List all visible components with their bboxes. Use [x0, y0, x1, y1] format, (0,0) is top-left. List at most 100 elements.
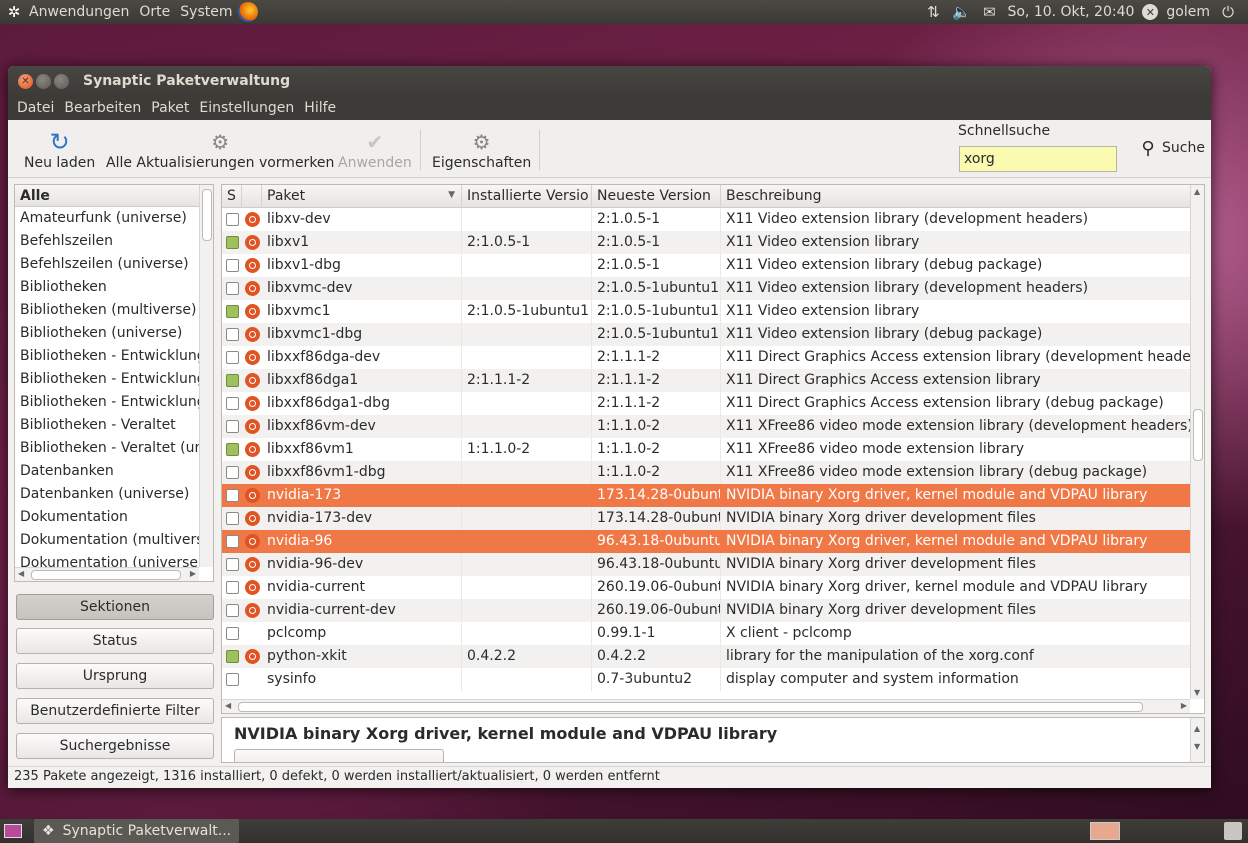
menu-system[interactable]: System — [175, 4, 237, 20]
scroll-right-icon[interactable]: ▶ — [190, 569, 196, 578]
status-button[interactable]: Status — [16, 628, 214, 654]
table-row[interactable]: nvidia-96 96.43.18-0ubuntu1 NVIDIA binary … — [222, 530, 1191, 553]
filter-item[interactable]: Amateurfunk (universe) — [15, 207, 199, 230]
search-results-button[interactable]: Suchergebnisse — [16, 733, 214, 759]
trash-icon[interactable] — [1224, 822, 1242, 840]
taskbar-synaptic[interactable]: ❖ Synaptic Paketverwalt... — [34, 819, 240, 843]
filter-item[interactable]: Befehlszeilen (universe) — [15, 253, 199, 276]
table-row[interactable]: python-xkit 0.4.2.2 0.4.2.2 library for the… — [222, 645, 1191, 668]
user-status-icon[interactable]: ✕ — [1142, 4, 1159, 20]
not-installed-checkbox[interactable] — [226, 581, 239, 594]
col-description-header[interactable]: Beschreibung — [721, 185, 1191, 208]
installed-checkbox[interactable] — [226, 650, 239, 663]
menu-places[interactable]: Orte — [134, 4, 175, 20]
scroll-right-icon[interactable]: ▶ — [1181, 701, 1187, 710]
power-icon[interactable]: ⏻ — [1218, 2, 1238, 22]
col-package-header[interactable]: Paket ▼ — [262, 185, 462, 208]
table-row[interactable]: nvidia-current 260.19.06-0ubuntu NVIDIA bi… — [222, 576, 1191, 599]
table-row[interactable]: nvidia-96-dev 96.43.18-0ubuntu1 NVIDIA bin… — [222, 553, 1191, 576]
menu-hilfe[interactable]: Hilfe — [299, 100, 341, 116]
installed-checkbox[interactable] — [226, 305, 239, 318]
not-installed-checkbox[interactable] — [226, 351, 239, 364]
mail-icon[interactable]: ✉ — [979, 2, 999, 22]
table-row[interactable]: libxxf86dga1-dbg 2:1.1.1-2 X11 Direct Grap… — [222, 392, 1191, 415]
table-row[interactable]: libxv-dev 2:1.0.5-1 X11 Video extension li… — [222, 208, 1191, 231]
scroll-up-icon[interactable]: ▲ — [1194, 187, 1200, 196]
filter-item[interactable]: Bibliotheken - Veraltet — [15, 414, 199, 437]
not-installed-checkbox[interactable] — [226, 259, 239, 272]
installed-checkbox[interactable] — [226, 236, 239, 249]
show-desktop-icon[interactable] — [4, 824, 22, 838]
scroll-left-icon[interactable]: ◀ — [225, 701, 231, 710]
filter-item[interactable]: Bibliotheken - Entwicklung — [15, 391, 199, 414]
filter-item[interactable]: Dokumentation (multivers — [15, 529, 199, 552]
custom-filters-button[interactable]: Benutzerdefinierte Filter — [16, 698, 214, 724]
apply-button[interactable]: ✔ Anwenden — [338, 124, 412, 174]
firefox-icon[interactable] — [237, 2, 258, 22]
properties-button[interactable]: ⚙ Eigenschaften — [432, 124, 531, 174]
table-row[interactable]: libxv1 2:1.0.5-1 2:1.0.5-1 X11 Video extens… — [222, 231, 1191, 254]
filter-horizontal-scrollbar[interactable]: ◀ ▶ — [15, 567, 199, 581]
table-row[interactable]: libxxf86dga1 2:1.1.1-2 2:1.1.1-2 X11 Direct… — [222, 369, 1191, 392]
search-button[interactable]: ⚲ Suche — [1138, 138, 1205, 159]
filter-item[interactable]: Datenbanken (universe) — [15, 483, 199, 506]
installed-checkbox[interactable] — [226, 443, 239, 456]
table-row[interactable]: nvidia-current-dev 260.19.06-0ubuntu NVIDI… — [222, 599, 1191, 622]
filter-item[interactable]: Datenbanken — [15, 460, 199, 483]
title-bar[interactable]: ✕ Synaptic Paketverwaltung — [8, 66, 1211, 96]
col-support-header[interactable] — [242, 185, 262, 208]
origin-button[interactable]: Ursprung — [16, 663, 214, 689]
description-scrollbar[interactable]: ▲ ▼ — [1190, 718, 1204, 762]
scroll-thumb[interactable] — [31, 570, 181, 580]
filter-item[interactable]: Bibliotheken (universe) — [15, 322, 199, 345]
scroll-down-icon[interactable]: ▼ — [1194, 688, 1200, 697]
table-row[interactable]: libxv1-dbg 2:1.0.5-1 X11 Video extension l… — [222, 254, 1191, 277]
network-icon[interactable]: ⇅ — [923, 2, 943, 22]
table-row[interactable]: nvidia-173 173.14.28-0ubuntu NVIDIA binary… — [222, 484, 1191, 507]
table-row[interactable]: sysinfo 0.7-3ubuntu2 display computer and … — [222, 668, 1191, 691]
filter-all[interactable]: Alle — [15, 185, 199, 207]
table-row[interactable]: pclcomp 0.99.1-1 X client - pclcomp — [222, 622, 1191, 645]
not-installed-checkbox[interactable] — [226, 535, 239, 548]
screenshot-button[interactable] — [234, 749, 444, 762]
not-installed-checkbox[interactable] — [226, 213, 239, 226]
sections-button[interactable]: Sektionen — [16, 594, 214, 620]
filter-item[interactable]: Bibliotheken — [15, 276, 199, 299]
ubuntu-logo-icon[interactable]: ✲ — [4, 2, 24, 22]
menu-paket[interactable]: Paket — [146, 100, 194, 116]
table-horizontal-scrollbar[interactable]: ◀ ▶ — [222, 699, 1190, 713]
table-row[interactable]: libxxf86dga-dev 2:1.1.1-2 X11 Direct Graph… — [222, 346, 1191, 369]
filter-item[interactable]: Bibliotheken - Entwicklung — [15, 345, 199, 368]
scroll-thumb[interactable] — [1193, 409, 1203, 461]
user-name[interactable]: golem — [1166, 4, 1210, 20]
scroll-thumb[interactable] — [238, 702, 1143, 712]
scroll-left-icon[interactable]: ◀ — [18, 569, 24, 578]
menu-bearbeiten[interactable]: Bearbeiten — [59, 100, 146, 116]
col-latest-header[interactable]: Neueste Version — [592, 185, 721, 208]
not-installed-checkbox[interactable] — [226, 673, 239, 686]
not-installed-checkbox[interactable] — [226, 397, 239, 410]
not-installed-checkbox[interactable] — [226, 627, 239, 640]
not-installed-checkbox[interactable] — [226, 604, 239, 617]
filter-item[interactable]: Befehlszeilen — [15, 230, 199, 253]
workspace-switcher-icon[interactable] — [1090, 822, 1120, 840]
reload-button[interactable]: ↻ Neu laden — [24, 124, 95, 174]
not-installed-checkbox[interactable] — [226, 328, 239, 341]
not-installed-checkbox[interactable] — [226, 466, 239, 479]
filter-item[interactable]: Bibliotheken (multiverse) — [15, 299, 199, 322]
filter-item[interactable]: Bibliotheken - Entwicklung — [15, 368, 199, 391]
filter-item[interactable]: Bibliotheken - Veraltet (uni — [15, 437, 199, 460]
not-installed-checkbox[interactable] — [226, 558, 239, 571]
table-row[interactable]: libxxf86vm1 1:1.1.0-2 1:1.1.0-2 X11 XFree86… — [222, 438, 1191, 461]
filter-vertical-scrollbar[interactable] — [199, 185, 213, 567]
maximize-icon[interactable] — [54, 73, 69, 89]
filter-item[interactable]: Dokumentation — [15, 506, 199, 529]
volume-icon[interactable]: 🔈 — [951, 2, 971, 22]
mark-all-upgrades-button[interactable]: ⚙ Alle Aktualisierungen vormerken — [106, 124, 334, 174]
table-row[interactable]: libxvmc1-dbg 2:1.0.5-1ubuntu1 X11 Video ex… — [222, 323, 1191, 346]
table-row[interactable]: nvidia-173-dev 173.14.28-0ubuntu NVIDIA bi… — [222, 507, 1191, 530]
installed-checkbox[interactable] — [226, 374, 239, 387]
minimize-icon[interactable] — [36, 73, 51, 89]
scroll-up-icon[interactable]: ▲ — [1194, 724, 1200, 733]
not-installed-checkbox[interactable] — [226, 282, 239, 295]
